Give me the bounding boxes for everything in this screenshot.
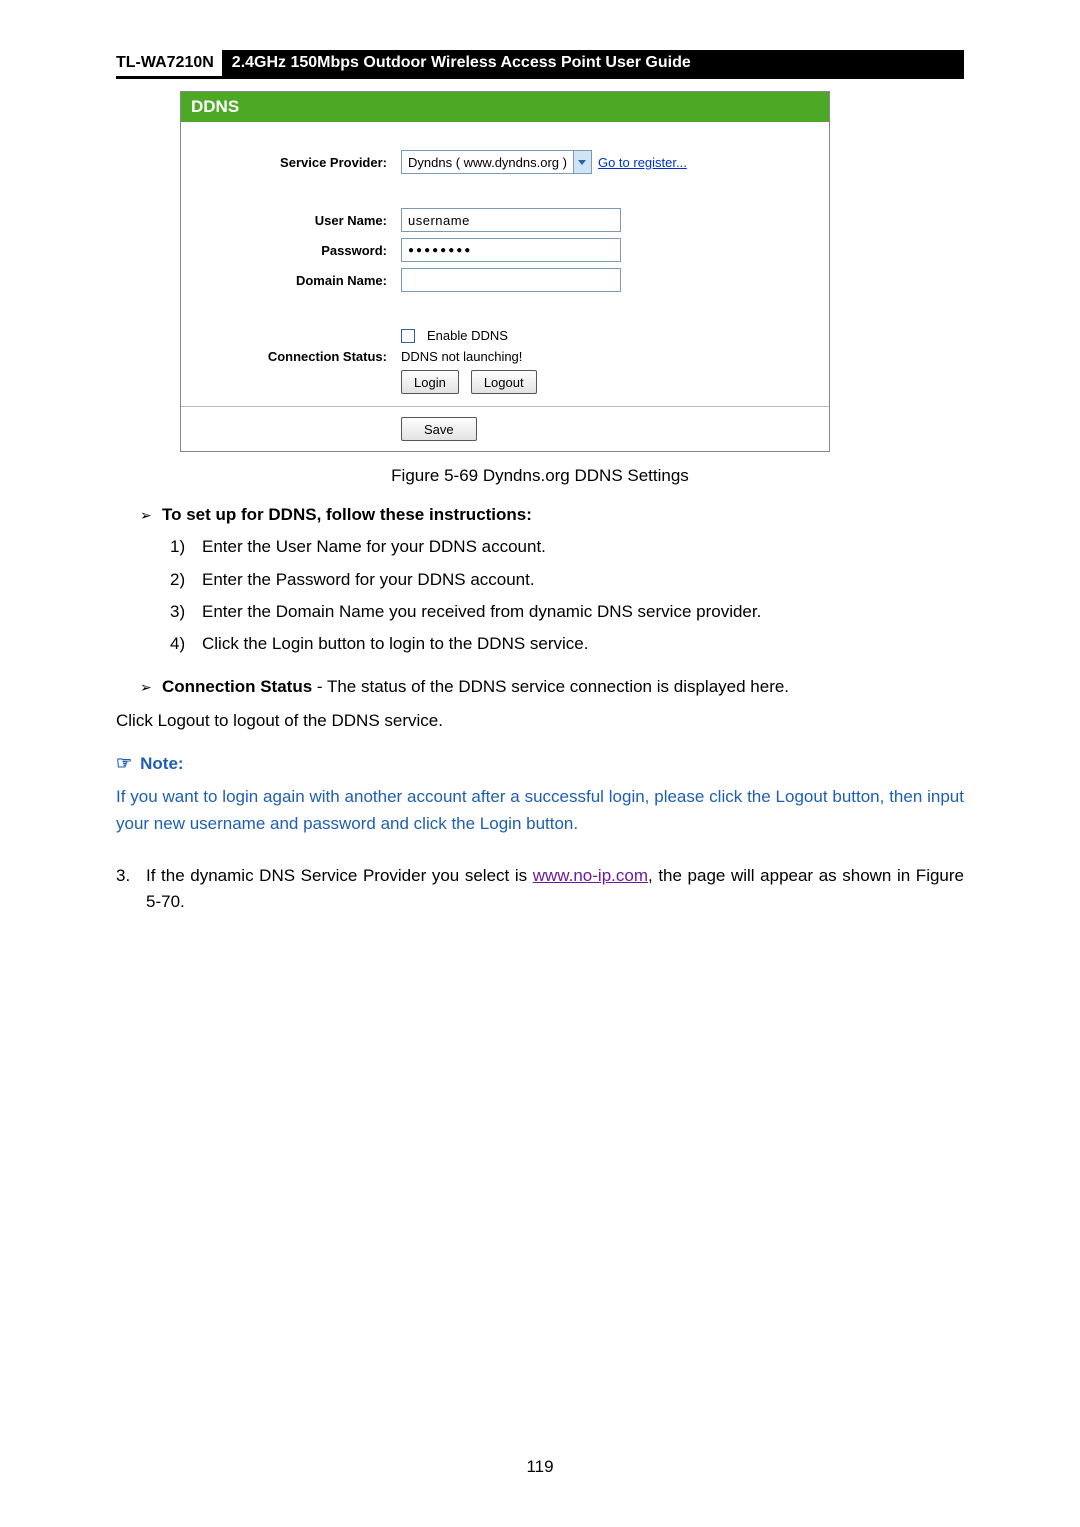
- username-input[interactable]: username: [401, 208, 621, 232]
- login-button[interactable]: Login: [401, 370, 459, 394]
- step-text: Enter the Password for your DDNS account…: [202, 567, 535, 593]
- enable-ddns-checkbox[interactable]: [401, 329, 415, 343]
- instruction-steps: 1)Enter the User Name for your DDNS acco…: [170, 534, 964, 657]
- item-3: 3. If the dynamic DNS Service Provider y…: [116, 863, 964, 916]
- label-password: Password:: [201, 243, 401, 258]
- bullet-icon: ➢: [140, 674, 162, 700]
- pointing-hand-icon: ☞: [116, 750, 132, 778]
- bullet-icon: ➢: [140, 502, 162, 528]
- label-username: User Name:: [201, 213, 401, 228]
- logout-button[interactable]: Logout: [471, 370, 537, 394]
- panel-title: DDNS: [181, 92, 829, 134]
- step-text: Enter the Domain Name you received from …: [202, 599, 761, 625]
- ddns-panel: DDNS Service Provider: Dyndns ( www.dynd…: [180, 91, 830, 452]
- note-body: If you want to login again with another …: [116, 784, 964, 837]
- go-to-register-link[interactable]: Go to register...: [598, 155, 687, 170]
- doc-title: 2.4GHz 150Mbps Outdoor Wireless Access P…: [222, 50, 964, 76]
- step-text: Click the Login button to login to the D…: [202, 631, 588, 657]
- step-text: Enter the User Name for your DDNS accoun…: [202, 534, 546, 560]
- instructions-heading: To set up for DDNS, follow these instruc…: [162, 505, 532, 524]
- label-connection-status: Connection Status:: [201, 349, 401, 364]
- page-number: 119: [0, 1457, 1080, 1477]
- service-provider-select[interactable]: Dyndns ( www.dyndns.org ): [401, 150, 592, 174]
- save-button[interactable]: Save: [401, 417, 477, 441]
- conn-status-desc: - The status of the DDNS service connect…: [312, 677, 789, 696]
- label-domain: Domain Name:: [201, 273, 401, 288]
- note-heading: ☞ Note:: [116, 750, 964, 778]
- enable-ddns-label: Enable DDNS: [427, 328, 508, 343]
- doc-header: TL-WA7210N 2.4GHz 150Mbps Outdoor Wirele…: [116, 50, 964, 79]
- conn-status-label: Connection Status: [162, 677, 312, 696]
- connection-status-text: DDNS not launching!: [401, 349, 522, 364]
- logout-paragraph: Click Logout to logout of the DDNS servi…: [116, 708, 964, 734]
- password-input[interactable]: ●●●●●●●●: [401, 238, 621, 262]
- chevron-down-icon: [573, 151, 591, 173]
- model-badge: TL-WA7210N: [116, 50, 222, 76]
- label-service-provider: Service Provider:: [201, 155, 401, 170]
- figure-caption: Figure 5-69 Dyndns.org DDNS Settings: [116, 466, 964, 486]
- no-ip-link[interactable]: www.no-ip.com: [533, 866, 648, 885]
- domain-input[interactable]: [401, 268, 621, 292]
